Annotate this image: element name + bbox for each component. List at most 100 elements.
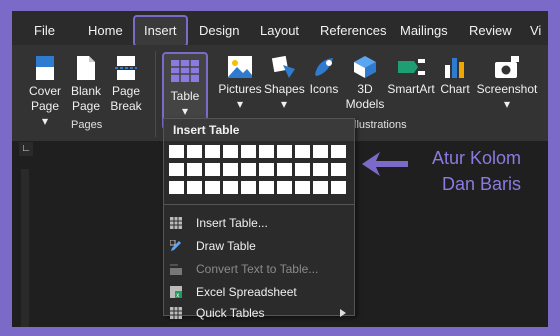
smartart-button[interactable]: SmartArt [386,55,436,97]
grid-cell[interactable] [295,145,310,158]
blank-page-label-1: Blank [70,84,102,98]
pictures-button[interactable]: Pictures ▾ [217,55,263,112]
tab-view[interactable]: Vi [530,11,541,45]
excel-icon: x [170,286,182,298]
3d-cube-icon [354,56,376,78]
pictures-caret: ▾ [236,97,244,111]
menu-item-excel-spreadsheet[interactable]: x Excel Spreadsheet [164,281,354,303]
word-window: File Home Insert Design Layout Reference… [12,11,548,327]
grid-cell[interactable] [187,145,202,158]
grid-cell[interactable] [187,181,202,194]
icons-button[interactable]: Icons [308,55,340,97]
grid-cell[interactable] [187,163,202,176]
grid-cell[interactable] [241,145,256,158]
3d-models-button[interactable]: 3D Models [344,55,386,112]
pictures-icon [228,56,252,78]
menu-item-insert-table[interactable]: Insert Table... [164,212,354,234]
draw-table-label: Draw Table [196,239,256,253]
annotation-line-2: Dan Baris [441,174,521,194]
smartart-label: SmartArt [387,82,435,96]
grid-cell[interactable] [169,181,184,194]
grid-cell[interactable] [277,181,292,194]
shapes-icon [271,55,295,78]
grid-cell[interactable] [277,163,292,176]
group-pages-label: Pages [71,119,103,131]
page-break-button[interactable]: Page Break [110,55,142,114]
table-icon [170,217,182,229]
blank-page-icon [77,56,95,80]
tab-review[interactable]: Review [469,11,512,45]
grid-cell[interactable] [313,163,328,176]
grid-cell[interactable] [331,181,346,194]
shapes-caret: ▾ [280,97,288,111]
submenu-arrow-icon [340,309,346,317]
screenshot-caret: ▾ [503,97,511,111]
grid-cell[interactable] [241,181,256,194]
cover-page-icon [36,56,54,80]
grid-cell[interactable] [259,181,274,194]
pictures-label: Pictures [218,82,262,96]
grid-cell[interactable] [313,145,328,158]
grid-cell[interactable] [295,181,310,194]
grid-cell[interactable] [223,181,238,194]
tab-file[interactable]: File [34,11,55,45]
chart-icon [445,58,464,78]
cover-page-label-1: Cover [28,84,61,98]
svg-text:x: x [176,293,179,298]
grid-cell[interactable] [205,145,220,158]
annotation-note: Atur Kolom Dan Baris [417,145,521,197]
blank-page-button[interactable]: Blank Page [70,55,102,114]
tab-home[interactable]: Home [88,11,123,45]
grid-cell[interactable] [295,163,310,176]
screenshot-icon [495,56,519,78]
menu-item-quick-tables[interactable]: Quick Tables [164,304,354,322]
page-break-label-1: Page [111,84,141,98]
vertical-ruler [21,169,29,327]
quick-tables-label: Quick Tables [196,306,265,320]
icons-icon [315,58,333,76]
insert-table-dropdown: Insert Table Insert Table... Draw Table … [163,118,355,320]
screenshot-button[interactable]: Screenshot ▾ [476,55,538,112]
dropdown-divider [164,204,354,205]
grid-cell[interactable] [205,163,220,176]
page-break-label-2: Break [110,99,142,113]
cover-page-label-2: Page ▾ [30,99,60,128]
tab-references[interactable]: References [320,11,386,45]
grid-cell[interactable] [313,181,328,194]
shapes-button[interactable]: Shapes ▾ [264,55,305,112]
insert-table-header: Insert Table [164,119,354,141]
excel-spreadsheet-label: Excel Spreadsheet [196,285,297,299]
grid-cell[interactable] [331,145,346,158]
shapes-label: Shapes [264,82,305,96]
chart-label: Chart [440,82,470,96]
chart-button[interactable]: Chart [438,55,472,97]
tab-insert[interactable]: Insert [133,15,188,47]
tab-mailings[interactable]: Mailings [400,11,448,45]
annotation-line-1: Atur Kolom [431,148,521,168]
grid-cell[interactable] [331,163,346,176]
ribbon-divider [155,51,156,137]
pencil-icon [170,240,181,251]
table-dropdown-caret: ▾ [181,104,189,118]
grid-cell[interactable] [259,163,274,176]
group-illustrations-label: llustrations [354,119,407,131]
menu-item-convert-text-to-table[interactable]: Convert Text to Table... [164,258,354,280]
screenshot-label: Screenshot [476,82,538,96]
cover-page-button[interactable]: Cover Page ▾ [28,55,62,129]
pointer-arrow-icon [362,152,408,176]
grid-cell[interactable] [223,163,238,176]
ruler-corner[interactable]: ∟ [19,142,33,156]
grid-cell[interactable] [205,181,220,194]
grid-cell[interactable] [259,145,274,158]
menu-item-draw-table[interactable]: Draw Table [164,235,354,257]
grid-cell[interactable] [169,145,184,158]
table-label-block: Table ▾ [164,89,206,119]
tab-design[interactable]: Design [199,11,239,45]
table-icon [171,60,199,82]
grid-cell[interactable] [169,163,184,176]
grid-cell[interactable] [241,163,256,176]
insert-table-label: Insert Table... [196,216,268,230]
grid-cell[interactable] [277,145,292,158]
grid-cell[interactable] [223,145,238,158]
tab-layout[interactable]: Layout [260,11,299,45]
